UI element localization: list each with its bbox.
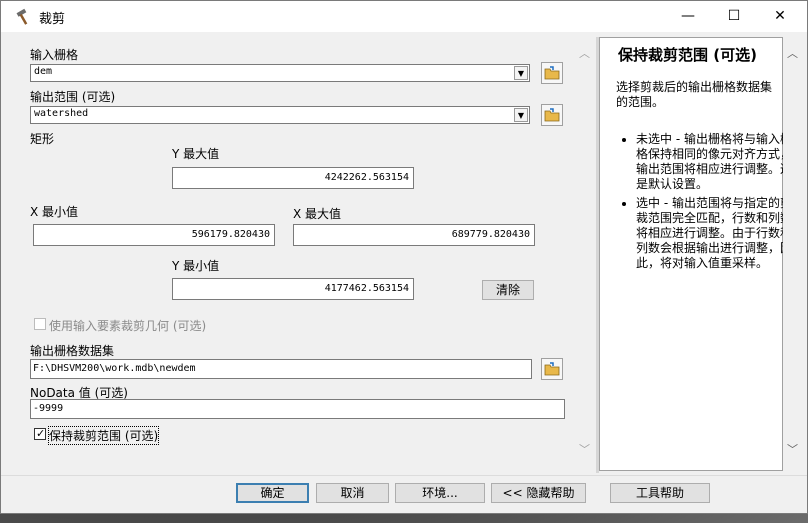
scroll-up-icon[interactable]: ︿ [579,45,590,61]
use-input-features-checkbox[interactable] [34,318,46,330]
window-title: 裁剪 [39,12,66,27]
list-item: 选中 - 输出范围将与指定的剪裁范围完全匹配，行数和列数将相应进行调整。由于行数… [636,196,796,271]
chevron-down-icon[interactable]: ▼ [514,108,528,122]
help-list: 未选中 - 输出栅格将与输入栅格保持相同的像元对齐方式，输出范围将相应进行调整。… [618,132,796,275]
help-panel: 保持裁剪范围 (可选) 选择剪裁后的输出栅格数据集的范围。 未选中 - 输出栅格… [599,37,792,471]
maintain-extent-label: 保持裁剪范围 (可选) [47,426,160,445]
input-raster-label: 输入栅格 [30,48,79,62]
rectangle-label: 矩形 [30,132,55,146]
scroll-up-icon[interactable]: ︿ [787,45,798,61]
y-min-value: 4177462.563154 [324,283,409,294]
y-min-input[interactable]: 4177462.563154 [172,278,414,300]
output-extent-combo[interactable]: watershed ▼ [30,106,530,124]
output-extent-value: watershed [34,108,89,119]
title-bar: 裁剪 — ☐ ✕ [1,1,807,32]
list-item: 未选中 - 输出栅格将与输入栅格保持相同的像元对齐方式，输出范围将相应进行调整。… [636,132,796,192]
x-min-input[interactable]: 596179.820430 [33,224,275,246]
output-extent-label: 输出范围 (可选) [30,90,116,104]
x-max-label: X 最大值 [293,207,342,221]
folder-icon [544,362,560,376]
browse-input-raster-button[interactable] [541,62,563,84]
cancel-button[interactable]: 取消 [316,483,389,503]
y-max-input[interactable]: 4242262.563154 [172,167,414,189]
hammer-icon [15,8,33,26]
browse-output-raster-button[interactable] [541,358,563,380]
x-max-value: 689779.820430 [451,229,530,240]
output-raster-label: 输出栅格数据集 [30,344,115,358]
clear-button[interactable]: 清除 [482,280,534,300]
nodata-value: -9999 [33,403,64,414]
input-raster-value: dem [34,66,53,77]
help-intro: 选择剪裁后的输出栅格数据集的范围。 [616,80,773,109]
scroll-down-icon[interactable]: ﹀ [787,441,798,457]
scroll-down-icon[interactable]: ﹀ [579,441,590,457]
minimize-button[interactable]: — [665,1,711,32]
y-min-label: Y 最小值 [172,259,220,273]
help-scrollbar[interactable]: ︿ ﹀ [783,37,803,471]
ok-button[interactable]: 确定 [236,483,309,503]
maintain-extent-checkbox[interactable]: ✓ [34,427,46,440]
output-raster-value: F:\DHSVM200\work.mdb\newdem [33,363,196,374]
parameters-scrollbar[interactable]: ︿ ﹀ [575,37,595,467]
input-raster-combo[interactable]: dem ▼ [30,64,530,82]
nodata-input[interactable]: -9999 [30,399,565,419]
x-max-input[interactable]: 689779.820430 [293,224,535,246]
use-input-features-label: 使用输入要素裁剪几何 (可选) [49,319,207,333]
close-button[interactable]: ✕ [757,1,803,32]
y-max-label: Y 最大值 [172,147,220,161]
x-min-label: X 最小值 [30,205,79,219]
clip-dialog: 裁剪 — ☐ ✕ 输入栅格 dem ▼ 输出范围 (可选) watershed … [0,0,808,514]
help-title: 保持裁剪范围 (可选) [618,46,757,64]
tool-help-button[interactable]: 工具帮助 [610,483,710,503]
browse-output-extent-button[interactable] [541,104,563,126]
y-max-value: 4242262.563154 [324,172,409,183]
folder-icon [544,108,560,122]
x-min-value: 596179.820430 [191,229,270,240]
folder-icon [544,66,560,80]
environments-button[interactable]: 环境... [395,483,485,503]
maximize-button[interactable]: ☐ [711,1,757,32]
hide-help-button[interactable]: << 隐藏帮助 [491,483,586,503]
chevron-down-icon[interactable]: ▼ [514,66,528,80]
checkmark-icon: ✓ [36,427,46,440]
output-raster-input[interactable]: F:\DHSVM200\work.mdb\newdem [30,359,532,379]
